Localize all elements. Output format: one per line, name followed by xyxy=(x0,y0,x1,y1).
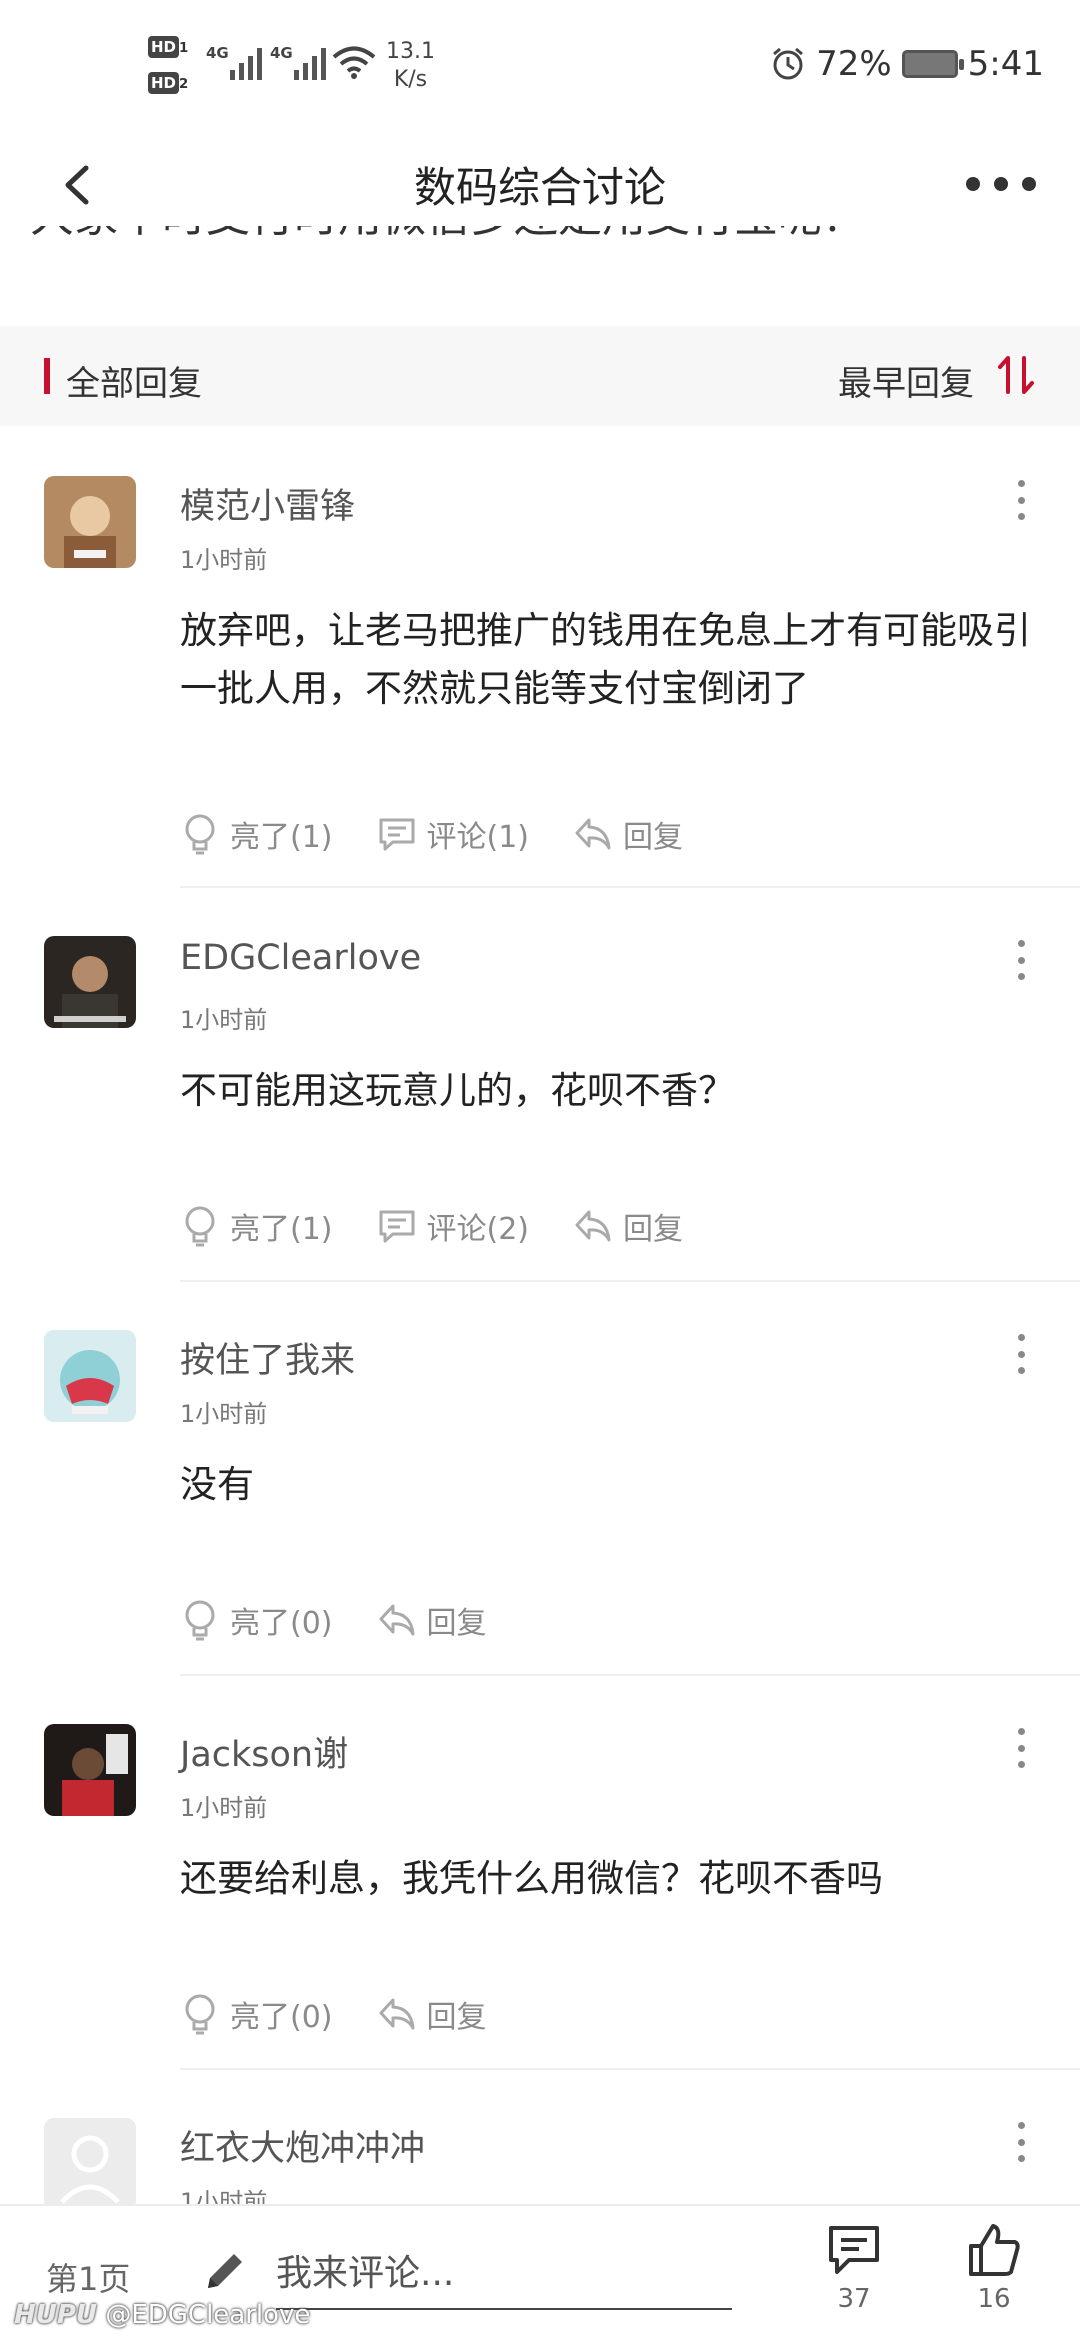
reply-button[interactable]: 回复 xyxy=(377,1596,487,1644)
lightbulb-icon xyxy=(185,814,215,855)
sort-icon[interactable] xyxy=(996,352,1036,398)
username[interactable]: 按住了我来 xyxy=(180,1332,355,1383)
comment-bubble-icon xyxy=(379,818,414,851)
timestamp: 1小时前 xyxy=(180,1400,268,1428)
avatar[interactable] xyxy=(44,1724,136,1816)
comment-count: 37 xyxy=(837,2284,871,2314)
comment-item: 红衣大炮冲冲冲 1小时前 xyxy=(0,2118,1080,2204)
lightbulb-icon xyxy=(185,1206,215,1247)
comment-button[interactable]: 评论(1) xyxy=(377,810,529,858)
like-button[interactable]: 亮了(0) xyxy=(180,1990,333,2038)
comment-item: Jackson谢 1小时前 还要给利息，我凭什么用微信？花呗不香吗 亮了(0) … xyxy=(0,1724,1080,2074)
comment-text: 还要给利息，我凭什么用微信？花呗不香吗 xyxy=(180,1857,883,1900)
avatar[interactable] xyxy=(44,1330,136,1422)
sort-button[interactable]: 最早回复 xyxy=(838,356,974,405)
reply-button[interactable]: 回复 xyxy=(573,810,683,858)
comment-actions: 亮了(1) 评论(2) 回复 xyxy=(180,1202,727,1250)
comment-bubble-icon xyxy=(379,1210,414,1243)
lightbulb-icon xyxy=(185,1994,215,2035)
username[interactable]: Jackson谢 xyxy=(180,1726,348,1777)
page-title: 数码综合讨论 xyxy=(413,163,666,212)
timestamp: 1小时前 xyxy=(180,1006,268,1034)
like-button[interactable]: 亮了(1) xyxy=(180,1202,333,1250)
hd-indicator-1: HD 1 xyxy=(148,36,192,60)
battery-percent: 72% xyxy=(816,44,892,84)
comment-actions: 亮了(1) 评论(1) 回复 xyxy=(180,810,727,858)
comment-actions: 亮了(0) 回复 xyxy=(180,1990,531,2038)
divider xyxy=(180,2068,1080,2070)
network-speed: 13.1 K/s xyxy=(386,39,435,92)
watermark: HUPU @EDGClearlove xyxy=(14,2300,311,2330)
status-right: 72% 5:41 xyxy=(770,44,1044,84)
comment-text: 没有 xyxy=(180,1463,254,1506)
battery-icon xyxy=(901,50,964,78)
kebab-icon[interactable] xyxy=(1016,1728,1026,1768)
username[interactable]: EDGClearlove xyxy=(180,938,421,978)
hd-indicator-2: HD 2 xyxy=(148,72,192,96)
reply-arrow-icon xyxy=(379,1604,414,1636)
all-replies-label: 全部回复 xyxy=(66,364,202,404)
comment-button[interactable]: 评论(2) xyxy=(377,1202,529,1250)
reply-arrow-icon xyxy=(575,1210,611,1242)
like-button[interactable]: 亮了(0) xyxy=(180,1596,333,1644)
comment-input[interactable] xyxy=(276,2238,732,2310)
top-navigation: 数码综合讨论 xyxy=(0,130,1080,240)
avatar[interactable] xyxy=(44,2118,136,2204)
kebab-icon[interactable] xyxy=(1016,480,1026,520)
kebab-icon[interactable] xyxy=(1016,940,1026,980)
like-count: 16 xyxy=(977,2284,1011,2314)
comment-text: 放弃吧，让老马把推广的钱用在免息上才有可能吸引一批人用，不然就只能等支付宝倒闭了 xyxy=(180,609,1031,710)
replies-section-header: 全部回复 最早回复 xyxy=(0,326,1080,426)
comment-item: 模范小雷锋 1小时前 放弃吧，让老马把推广的钱用在免息上才有可能吸引一批人用，不… xyxy=(0,476,1080,892)
clock-time: 5:41 xyxy=(967,44,1044,84)
divider xyxy=(180,1674,1080,1676)
alarm-icon xyxy=(773,47,804,80)
comment-item: EDGClearlove 1小时前 不可能用这玩意儿的，花呗不香？ 亮了(1) … xyxy=(0,936,1080,1286)
kebab-icon[interactable] xyxy=(1016,2122,1026,2162)
lightbulb-icon xyxy=(185,1600,215,1641)
kebab-icon[interactable] xyxy=(1016,1334,1026,1374)
timestamp: 1小时前 xyxy=(180,2188,268,2204)
comment-item: 按住了我来 1小时前 没有 亮了(0) 回复 xyxy=(0,1330,1080,1680)
section-accent-bar xyxy=(44,358,50,394)
reply-arrow-icon xyxy=(575,818,611,850)
comments-count-button[interactable]: 37 xyxy=(814,2222,894,2314)
wifi-icon xyxy=(332,46,376,79)
like-thumb-icon xyxy=(969,2224,1020,2276)
username[interactable]: 模范小雷锋 xyxy=(180,478,355,529)
divider xyxy=(180,886,1080,888)
avatar[interactable] xyxy=(44,936,136,1028)
page-indicator[interactable]: 第1页 xyxy=(46,2254,130,2300)
pencil-icon xyxy=(208,2254,242,2288)
reply-button[interactable]: 回复 xyxy=(377,1990,487,2038)
comment-bubble-icon xyxy=(829,2226,879,2274)
timestamp: 1小时前 xyxy=(180,546,268,574)
comment-text: 不可能用这玩意儿的，花呗不香？ xyxy=(180,1069,735,1112)
reply-button[interactable]: 回复 xyxy=(573,1202,683,1250)
avatar[interactable] xyxy=(44,476,136,568)
more-icon[interactable] xyxy=(966,172,1036,196)
username[interactable]: 红衣大炮冲冲冲 xyxy=(180,2120,425,2171)
like-count-button[interactable]: 16 xyxy=(954,2222,1034,2314)
timestamp: 1小时前 xyxy=(180,1794,268,1822)
divider xyxy=(180,1280,1080,1282)
post-title-partial: 大家平时支付时用微信多还是用支付宝呢？ xyxy=(30,226,866,276)
comment-actions: 亮了(0) 回复 xyxy=(180,1596,531,1644)
status-bar: HD 1 HD 2 4G 4G 13.1 K/s 72% 5:41 xyxy=(0,0,1080,130)
like-button[interactable]: 亮了(1) xyxy=(180,810,333,858)
reply-arrow-icon xyxy=(379,1998,414,2030)
